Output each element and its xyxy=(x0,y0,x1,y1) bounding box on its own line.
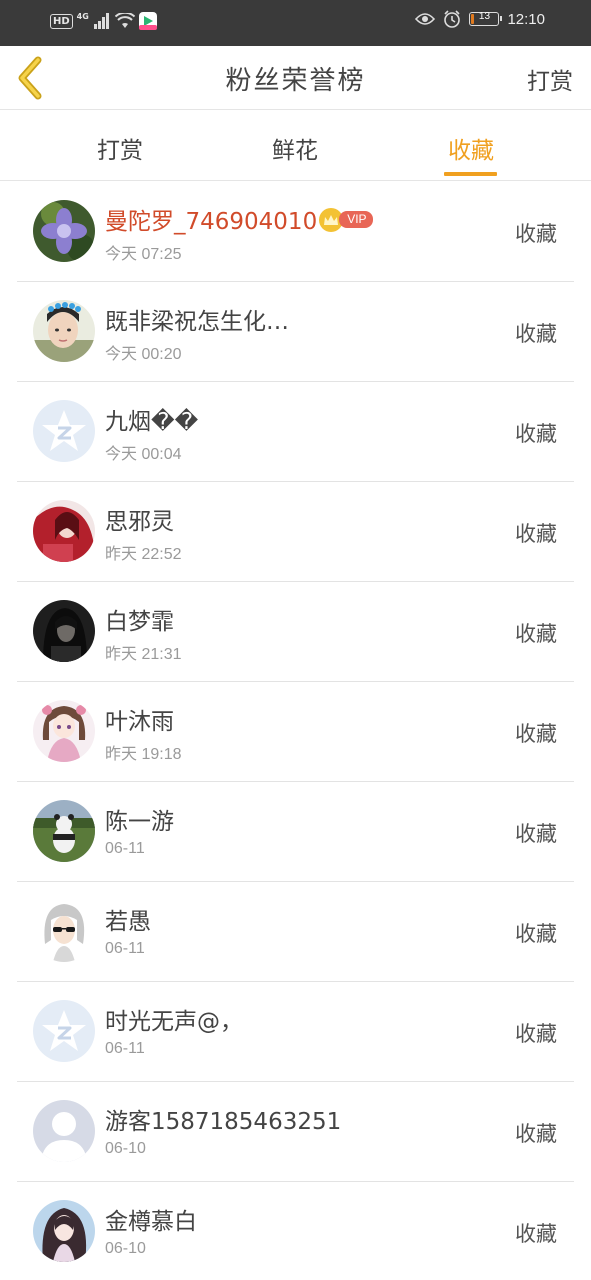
user-name[interactable]: 白梦霏 xyxy=(105,602,174,636)
favorite-time: 今天 00:20 xyxy=(105,346,182,363)
signal-icon xyxy=(93,13,109,29)
action-label: 收藏 xyxy=(515,422,557,446)
avatar[interactable] xyxy=(33,1000,95,1062)
list-item[interactable]: 金樽慕白 06-10 收藏 xyxy=(17,1182,574,1280)
list-item[interactable]: 陈一游 06-11 收藏 xyxy=(17,782,574,882)
avatar[interactable] xyxy=(33,300,95,362)
user-name[interactable]: 既非梁祝怎生化… xyxy=(105,302,289,336)
favorite-time: 06-11 xyxy=(105,840,145,857)
favorite-time: 今天 07:25 xyxy=(105,246,182,263)
app-header: 粉丝荣誉榜 打赏 xyxy=(0,46,591,110)
user-name[interactable]: 九烟�� xyxy=(105,402,198,436)
app-notification-icon xyxy=(138,12,157,30)
avatar[interactable] xyxy=(33,200,95,262)
tab-favorites[interactable]: 收藏 xyxy=(411,131,531,165)
avatar[interactable] xyxy=(33,600,95,662)
avatar[interactable] xyxy=(33,1200,95,1262)
battery-icon: 13 xyxy=(469,11,503,26)
user-name[interactable]: 游客1587185463251 xyxy=(105,1102,341,1136)
tab-reward[interactable]: 打赏 xyxy=(60,131,180,165)
favorite-time: 今天 00:04 xyxy=(105,446,182,463)
vip-tag: VIP xyxy=(339,211,373,228)
action-label: 收藏 xyxy=(515,1122,557,1146)
user-name[interactable]: 曼陀罗_746904010 VIP xyxy=(105,202,373,236)
user-name[interactable]: 若愚 xyxy=(105,902,151,936)
fan-list: 曼陀罗_746904010 VIP 今天 07:25 收藏 既非梁祝怎生化… 今天… xyxy=(0,182,591,1280)
list-item[interactable]: 游客1587185463251 06-10 收藏 xyxy=(17,1082,574,1182)
page-title: 粉丝荣誉榜 xyxy=(225,66,366,96)
list-item[interactable]: 若愚 06-11 收藏 xyxy=(17,882,574,982)
tab-bar: 打赏 鲜花 收藏 xyxy=(0,111,591,181)
status-bar: HD 4G 13 12:10 xyxy=(0,0,591,46)
favorite-time: 昨天 19:18 xyxy=(105,746,182,763)
reward-button[interactable]: 打赏 xyxy=(527,62,573,96)
avatar[interactable] xyxy=(33,900,95,962)
action-label: 收藏 xyxy=(515,1022,557,1046)
wifi-icon xyxy=(114,13,135,28)
favorite-time: 06-10 xyxy=(105,1240,146,1257)
list-item[interactable]: 既非梁祝怎生化… 今天 00:20 收藏 xyxy=(17,282,574,382)
avatar[interactable] xyxy=(33,700,95,762)
status-right: 13 12:10 xyxy=(415,10,545,28)
list-item[interactable]: 思邪灵 昨天 22:52 收藏 xyxy=(17,482,574,582)
user-name-text: 曼陀罗_746904010 xyxy=(105,209,318,235)
avatar[interactable] xyxy=(33,800,95,862)
network-type: 4G xyxy=(76,11,89,21)
action-label: 收藏 xyxy=(515,1222,557,1246)
list-item[interactable]: 叶沐雨 昨天 19:18 收藏 xyxy=(17,682,574,782)
hd-badge: HD xyxy=(50,13,73,29)
eye-icon xyxy=(415,13,436,25)
user-name[interactable]: 金樽慕白 xyxy=(105,1202,197,1236)
favorite-time: 昨天 21:31 xyxy=(105,646,182,663)
alarm-icon xyxy=(444,10,461,28)
user-name[interactable]: 时光无声@， xyxy=(105,1002,243,1036)
battery-percent: 13 xyxy=(478,11,491,22)
user-name[interactable]: 思邪灵 xyxy=(105,502,174,536)
avatar[interactable] xyxy=(33,400,95,462)
action-label: 收藏 xyxy=(515,322,557,346)
favorite-time: 06-11 xyxy=(105,940,145,957)
favorite-time: 06-10 xyxy=(105,1140,146,1157)
list-item[interactable]: 时光无声@， 06-11 收藏 xyxy=(17,982,574,1082)
active-tab-indicator xyxy=(444,172,497,176)
list-item[interactable]: 九烟�� 今天 00:04 收藏 xyxy=(17,382,574,482)
tab-flowers[interactable]: 鲜花 xyxy=(235,131,355,165)
action-label: 收藏 xyxy=(515,522,557,546)
avatar[interactable] xyxy=(33,500,95,562)
action-label: 收藏 xyxy=(515,922,557,946)
avatar[interactable] xyxy=(33,1100,95,1162)
action-label: 收藏 xyxy=(515,822,557,846)
user-name[interactable]: 叶沐雨 xyxy=(105,702,174,736)
favorite-time: 昨天 22:52 xyxy=(105,546,182,563)
clock: 12:10 xyxy=(507,10,545,28)
user-name[interactable]: 陈一游 xyxy=(105,802,174,836)
action-label: 收藏 xyxy=(515,222,557,246)
action-label: 收藏 xyxy=(515,622,557,646)
favorite-time: 06-11 xyxy=(105,1040,145,1057)
vip-badges: VIP xyxy=(319,207,373,232)
list-item[interactable]: 白梦霏 昨天 21:31 收藏 xyxy=(17,582,574,682)
action-label: 收藏 xyxy=(515,722,557,746)
list-item[interactable]: 曼陀罗_746904010 VIP 今天 07:25 收藏 xyxy=(17,182,574,282)
status-left: HD 4G xyxy=(50,12,157,30)
